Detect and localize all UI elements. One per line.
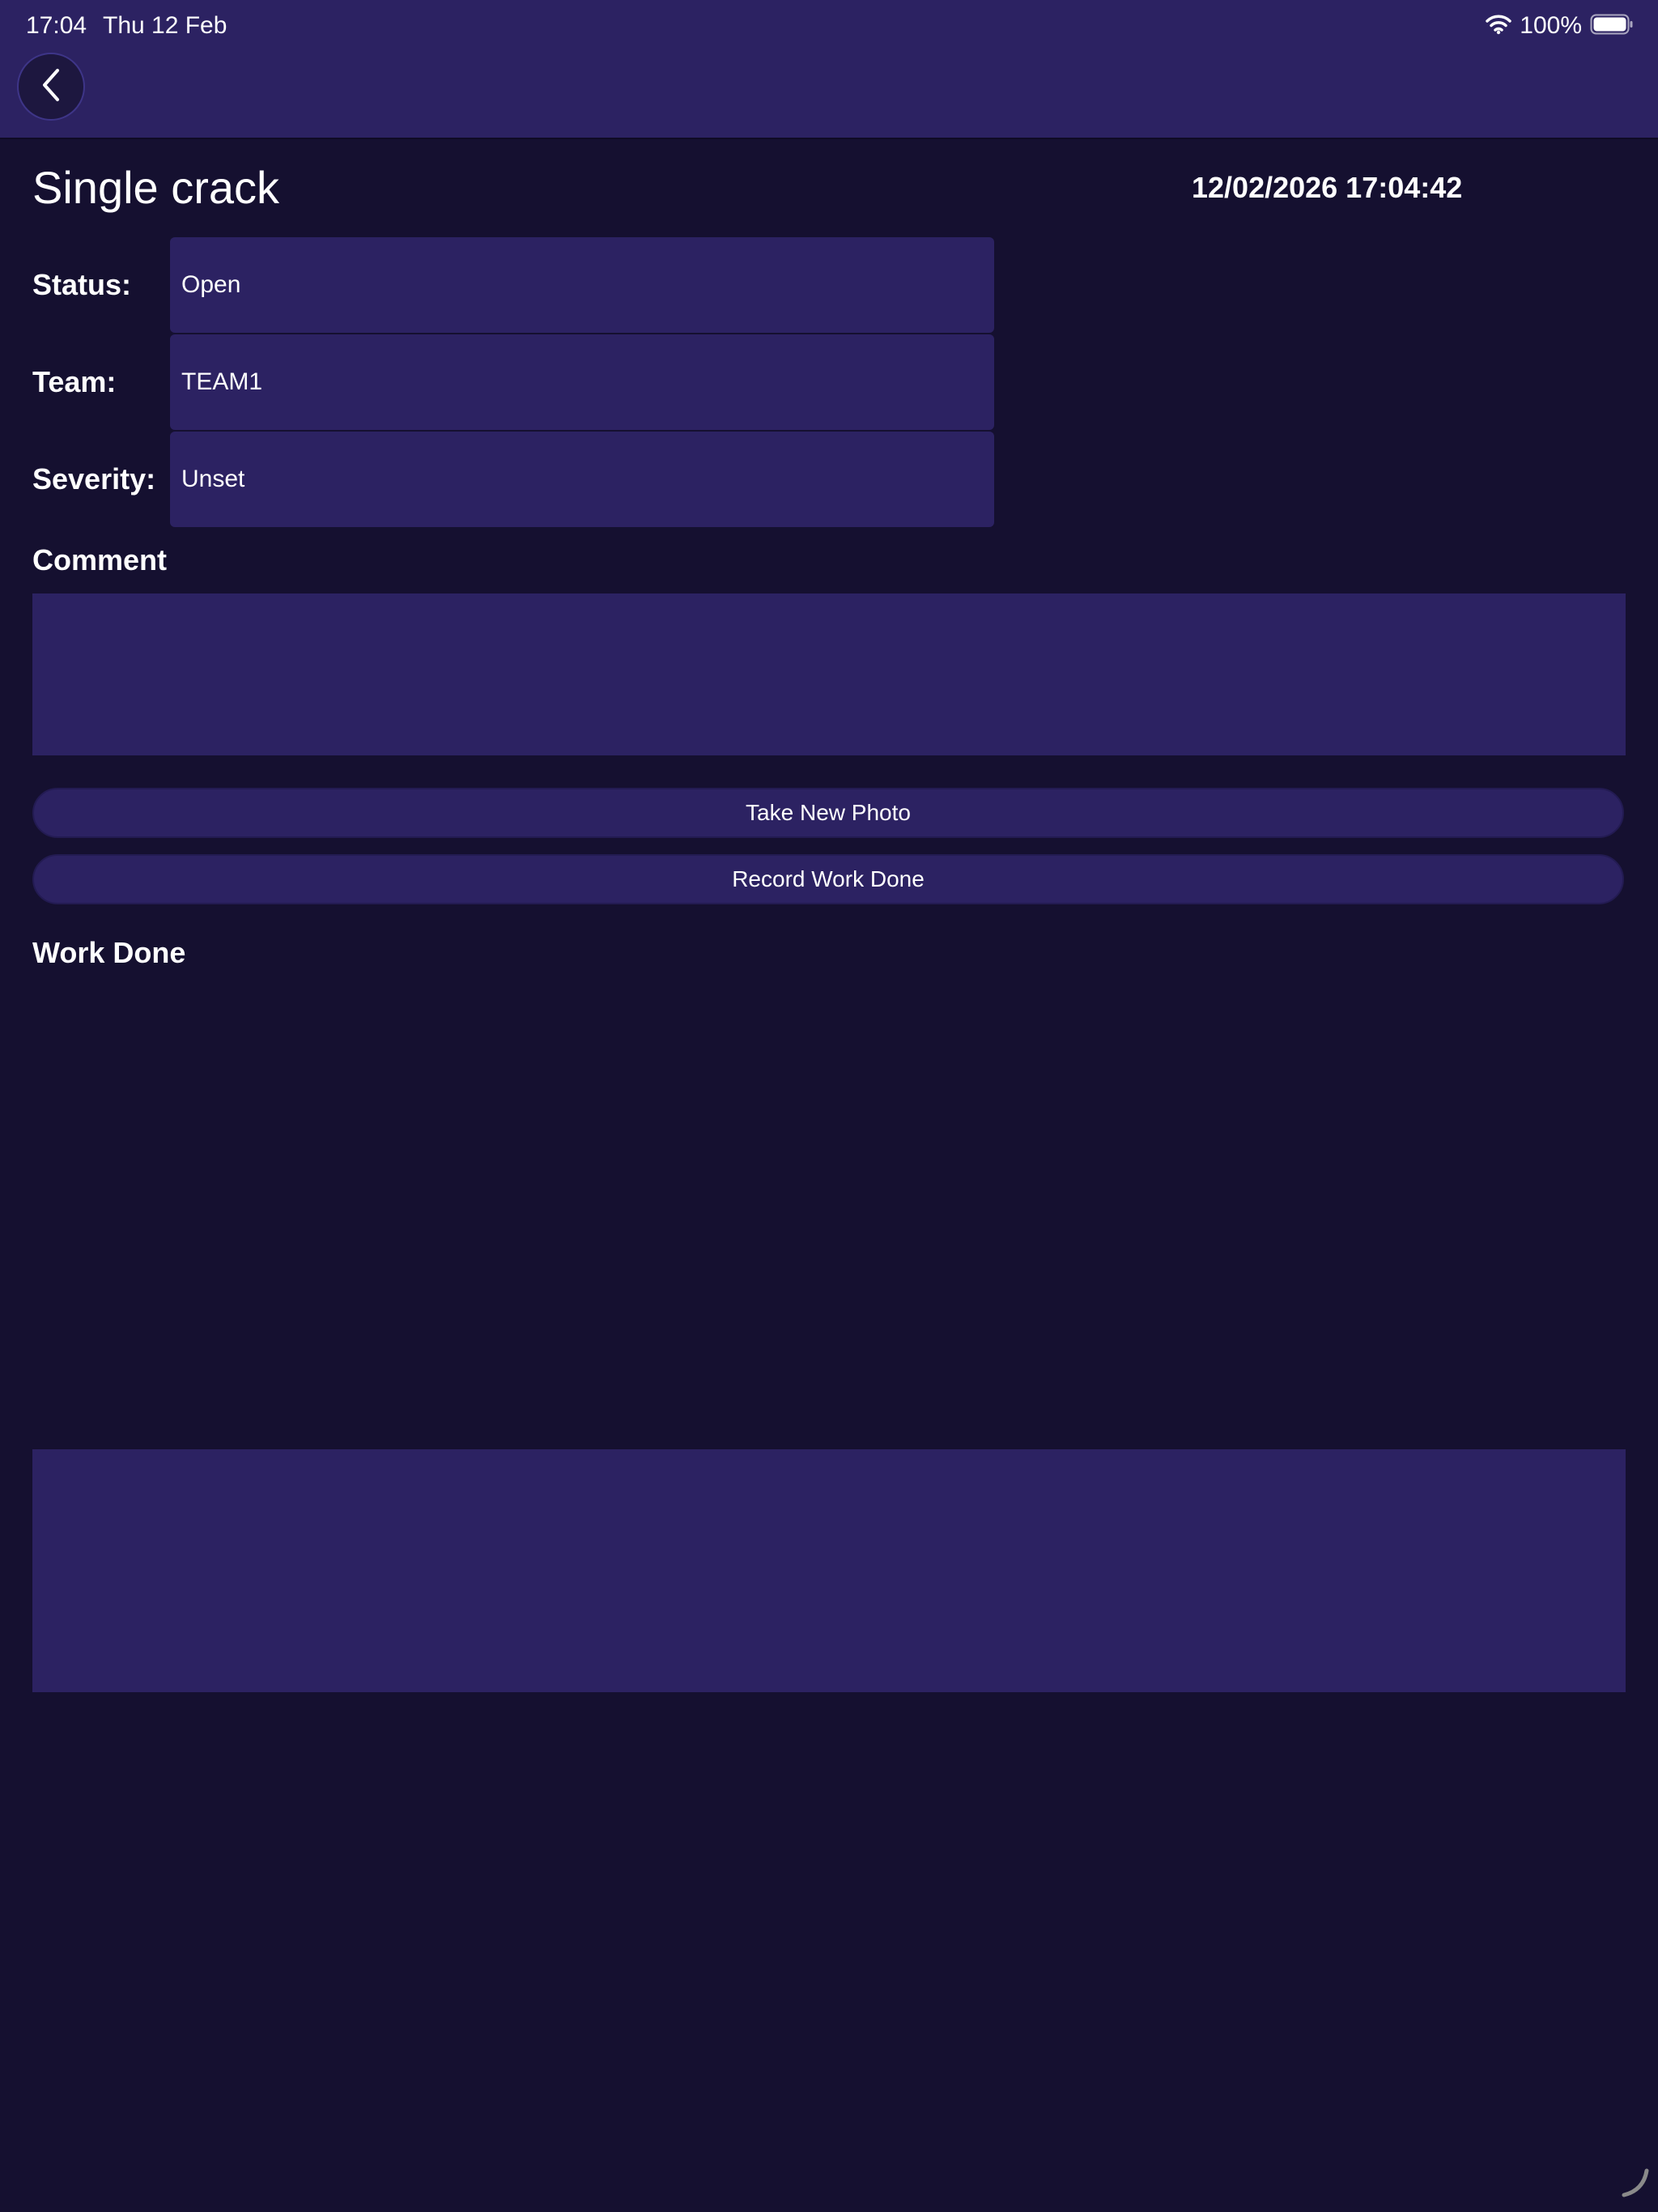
resize-handle-icon [1619, 2166, 1652, 2202]
battery-percentage: 100% [1520, 12, 1582, 39]
top-bar: 17:04 Thu 12 Feb 100% [0, 0, 1658, 139]
status-date: Thu 12 Feb [103, 12, 227, 39]
severity-dropdown[interactable]: Unset [170, 432, 994, 527]
status-label: Status: [32, 268, 132, 301]
status-indicators: 100% [1486, 11, 1634, 40]
work-done-label: Work Done [32, 936, 186, 969]
back-button[interactable] [17, 53, 85, 121]
work-done-panel [32, 1449, 1626, 1692]
team-label: Team: [32, 365, 117, 398]
team-dropdown[interactable]: TEAM1 [170, 334, 994, 430]
record-work-done-button[interactable]: Record Work Done [32, 854, 1624, 904]
status-time: 17:04 [26, 12, 87, 39]
battery-icon [1590, 14, 1634, 39]
wifi-icon [1486, 14, 1512, 39]
status-dropdown[interactable]: Open [170, 237, 994, 333]
severity-label: Severity: [32, 462, 156, 496]
take-new-photo-button[interactable]: Take New Photo [32, 788, 1624, 838]
page-title: Single crack [32, 162, 280, 213]
comment-label: Comment [32, 543, 168, 576]
comment-input[interactable] [32, 593, 1626, 755]
record-datetime: 12/02/2026 17:04:42 [1192, 171, 1463, 204]
chevron-left-icon [39, 67, 63, 107]
